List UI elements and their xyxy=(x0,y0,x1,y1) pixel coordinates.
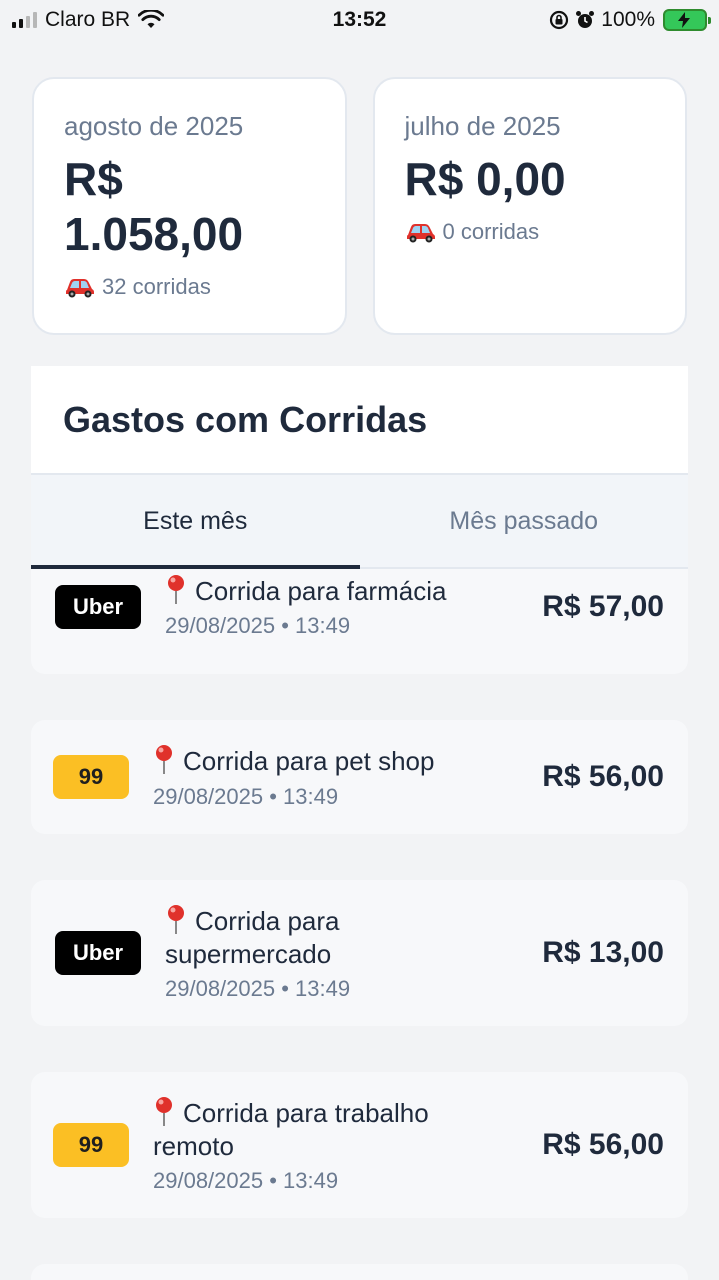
pin-icon xyxy=(156,1097,172,1126)
battery-percent: 100% xyxy=(601,8,655,31)
rotation-lock-icon xyxy=(550,10,569,30)
provider-badge-99: 99 xyxy=(53,755,129,799)
ride-amount: R$ 56,00 xyxy=(542,760,664,793)
ride-title: Corrida para farmácia xyxy=(165,574,532,608)
ride-date: 29/08/2025 • 13:49 xyxy=(165,976,351,1001)
pin-icon xyxy=(168,905,184,934)
alarm-icon xyxy=(576,11,595,28)
section-header: Gastos com Corridas xyxy=(31,366,688,475)
carrier-label: Claro BR xyxy=(45,8,131,31)
signal-icon xyxy=(12,12,37,28)
tab-this-month[interactable]: Este mês xyxy=(31,475,360,569)
summary-amount-value: 1.058,00 xyxy=(64,208,244,261)
pin-icon xyxy=(168,574,184,604)
provider-badge-99: 99 xyxy=(53,1123,129,1167)
provider-badge-uber: Uber xyxy=(55,584,141,629)
ride-title: Corrida para pet shop xyxy=(153,744,532,778)
summary-rides-count: 32 corridas xyxy=(102,274,211,300)
summary-rides: 32 corridas xyxy=(64,274,315,300)
summary-month: julho de 2025 xyxy=(404,111,561,141)
summary-month: agosto de 2025 xyxy=(64,111,244,141)
car-icon xyxy=(66,279,94,298)
summary-card-current-month[interactable]: agosto de 2025 R$ 1.058,00 32 corridas xyxy=(32,77,347,335)
summary-rides: 0 corridas xyxy=(405,219,656,245)
ride-title: Corrida para supermercado xyxy=(165,905,340,969)
ride-item[interactable]: 99 Corrida para trabalho remoto 29/08/202… xyxy=(31,1072,688,1218)
ride-amount: R$ 57,00 xyxy=(542,589,664,623)
ride-date: 29/08/2025 • 13:49 xyxy=(153,1168,339,1193)
ride-amount: R$ 56,00 xyxy=(542,1128,664,1161)
tab-last-month[interactable]: Mês passado xyxy=(360,475,689,567)
ride-amount: R$ 13,00 xyxy=(542,936,664,969)
summary-amount-currency: R$ xyxy=(64,153,123,205)
battery-icon xyxy=(663,9,711,31)
ride-info: Corrida para trabalho remoto 29/08/2025 •… xyxy=(129,1096,532,1194)
wifi-icon xyxy=(138,10,165,28)
ride-date: 29/08/2025 • 13:49 xyxy=(153,783,339,809)
ride-item[interactable]: 99 Corrida para pet shop 29/08/2025 • 13… xyxy=(31,720,688,834)
rides-list[interactable]: Uber Corrida para farmácia 29/08/2025 • … xyxy=(31,569,688,1280)
summary-card-previous-month[interactable]: julho de 2025 R$ 0,00 0 corridas xyxy=(372,77,687,335)
tab-bar: Este mês Mês passado xyxy=(31,475,688,569)
ride-info: Corrida para farmácia 29/08/2025 • 13:49 xyxy=(141,574,532,640)
status-bar: Claro BR 13:52 100% xyxy=(0,0,719,40)
summary-amount-value: R$ 0,00 xyxy=(404,153,566,205)
section-title: Gastos com Corridas xyxy=(63,398,428,440)
provider-badge-uber: Uber xyxy=(55,931,141,975)
ride-info: Corrida para pet shop 29/08/2025 • 13:49 xyxy=(129,744,532,810)
ride-item[interactable] xyxy=(31,1264,688,1280)
monthly-summary: agosto de 2025 R$ 1.058,00 32 corridas j… xyxy=(32,77,687,335)
ride-item[interactable]: Uber Corrida para farmácia 29/08/2025 • … xyxy=(31,569,688,674)
ride-title: Corrida para trabalho remoto xyxy=(153,1097,429,1161)
ride-date: 29/08/2025 • 13:49 xyxy=(165,613,351,639)
car-icon xyxy=(406,224,435,243)
summary-rides-count: 0 corridas xyxy=(442,219,540,245)
ride-info: Corrida para supermercado 29/08/2025 • 13… xyxy=(141,904,532,1002)
ride-item[interactable]: Uber Corrida para supermercado 29/08/2025… xyxy=(31,880,688,1026)
pin-icon xyxy=(156,745,172,775)
rides-section: Gastos com Corridas Este mês Mês passado… xyxy=(31,366,688,1280)
